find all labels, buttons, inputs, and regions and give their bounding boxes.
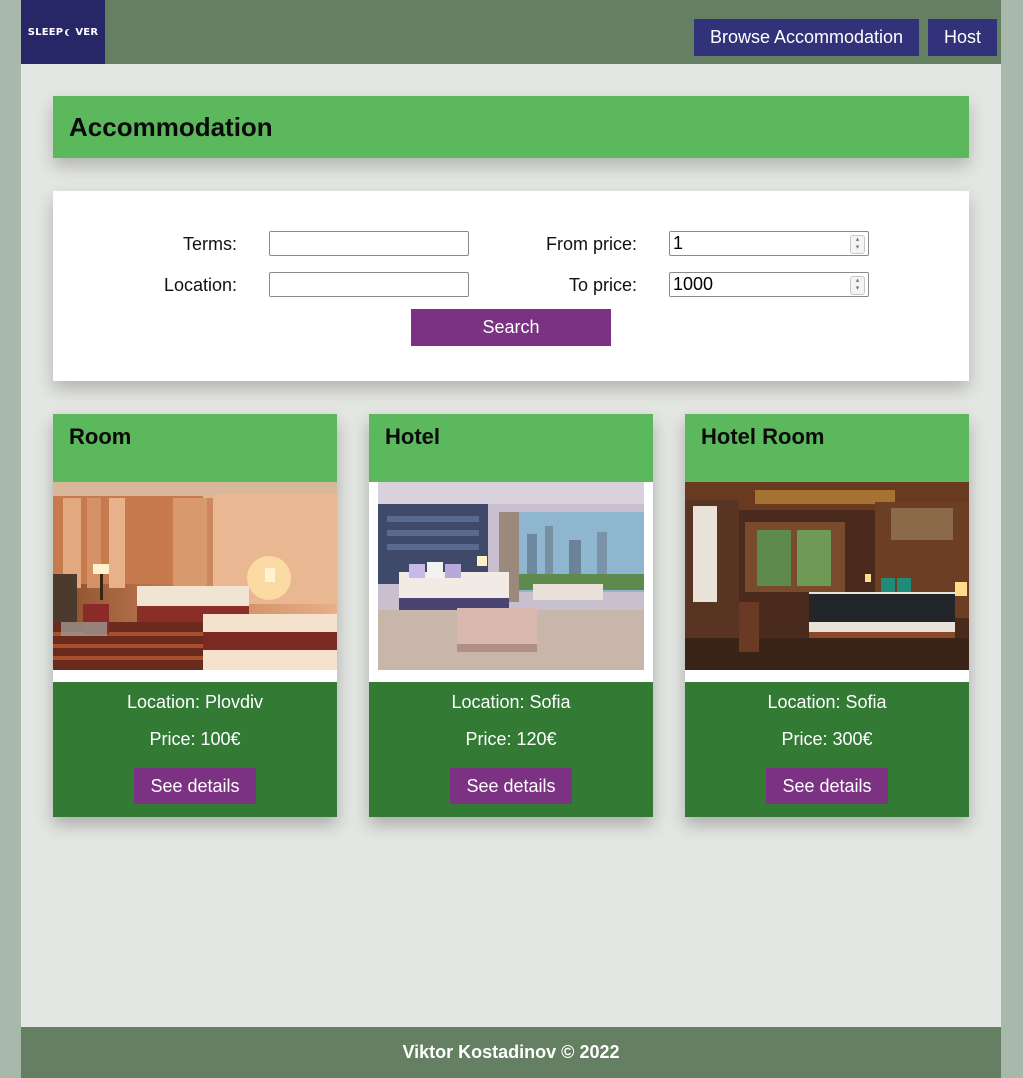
listing-image [369, 482, 653, 670]
page-title-card: Accommodation [53, 96, 969, 158]
logo-text-left: SLEEP [27, 26, 64, 38]
from-price-value: 1 [673, 233, 684, 253]
location-input[interactable] [269, 272, 469, 297]
listing-title: Room [69, 424, 132, 449]
search-button[interactable]: Search [411, 309, 611, 346]
listing-image [685, 482, 969, 670]
listing-card-body: Location: Sofia Price: 120€ See details [369, 682, 653, 817]
listing-location: Location: Sofia [451, 692, 571, 712]
from-price-input[interactable]: 1 ▴ ▾ [669, 231, 869, 256]
see-details-button[interactable]: See details [134, 768, 256, 804]
listing-card-header: Room [53, 414, 337, 482]
listing-title: Hotel [385, 424, 440, 449]
logo-text-right: VER [75, 26, 99, 38]
listing-card-body: Location: Sofia Price: 300€ See details [685, 682, 969, 817]
listing-card-hotel: Hotel Location: Sofia Price: 120€ See de… [369, 414, 653, 817]
host-button[interactable]: Host [928, 19, 997, 56]
listing-card-header: Hotel Room [685, 414, 969, 482]
search-form: Terms: Location: From price: 1 ▴ ▾ To pri… [53, 191, 969, 381]
to-price-spinner-icon[interactable]: ▴ ▾ [850, 276, 865, 295]
see-details-button[interactable]: See details [450, 768, 572, 804]
footer: Viktor Kostadinov © 2022 [21, 1027, 1001, 1078]
listing-card-hotel-room: Hotel Room Location: Sofia Price: 300€ S… [685, 414, 969, 817]
page: SLEEP VER Browse Accommodation Host Accom… [21, 0, 1001, 1078]
listing-card-room: Room Location: Plovdiv Price: 100€ See d… [53, 414, 337, 817]
terms-input[interactable] [269, 231, 469, 256]
listing-price: Price: 300€ [781, 729, 873, 749]
listing-location: Location: Plovdiv [126, 692, 264, 712]
terms-label: Terms: [183, 234, 237, 254]
from-price-label: From price: [545, 234, 637, 254]
listing-price: Price: 100€ [149, 729, 241, 749]
page-title: Accommodation [69, 112, 273, 142]
listing-card-header: Hotel [369, 414, 653, 482]
location-label: Location: [163, 275, 237, 295]
browse-accommodation-button[interactable]: Browse Accommodation [694, 19, 919, 56]
footer-text: Viktor Kostadinov © 2022 [402, 1042, 620, 1062]
from-price-spinner-icon[interactable]: ▴ ▾ [850, 235, 865, 254]
to-price-value: 1000 [673, 274, 714, 294]
listing-location: Location: Sofia [767, 692, 887, 712]
to-price-input[interactable]: 1000 ▴ ▾ [669, 272, 869, 297]
listing-card-body: Location: Plovdiv Price: 100€ See detail… [53, 682, 337, 817]
top-navbar: SLEEP VER Browse Accommodation Host [21, 0, 1001, 64]
listing-title: Hotel Room [701, 424, 825, 449]
logo[interactable]: SLEEP VER [21, 0, 105, 64]
to-price-label: To price: [568, 275, 637, 295]
listing-image [53, 482, 337, 670]
moon-icon [67, 29, 74, 36]
see-details-button[interactable]: See details [766, 768, 888, 804]
listing-price: Price: 120€ [465, 729, 557, 749]
